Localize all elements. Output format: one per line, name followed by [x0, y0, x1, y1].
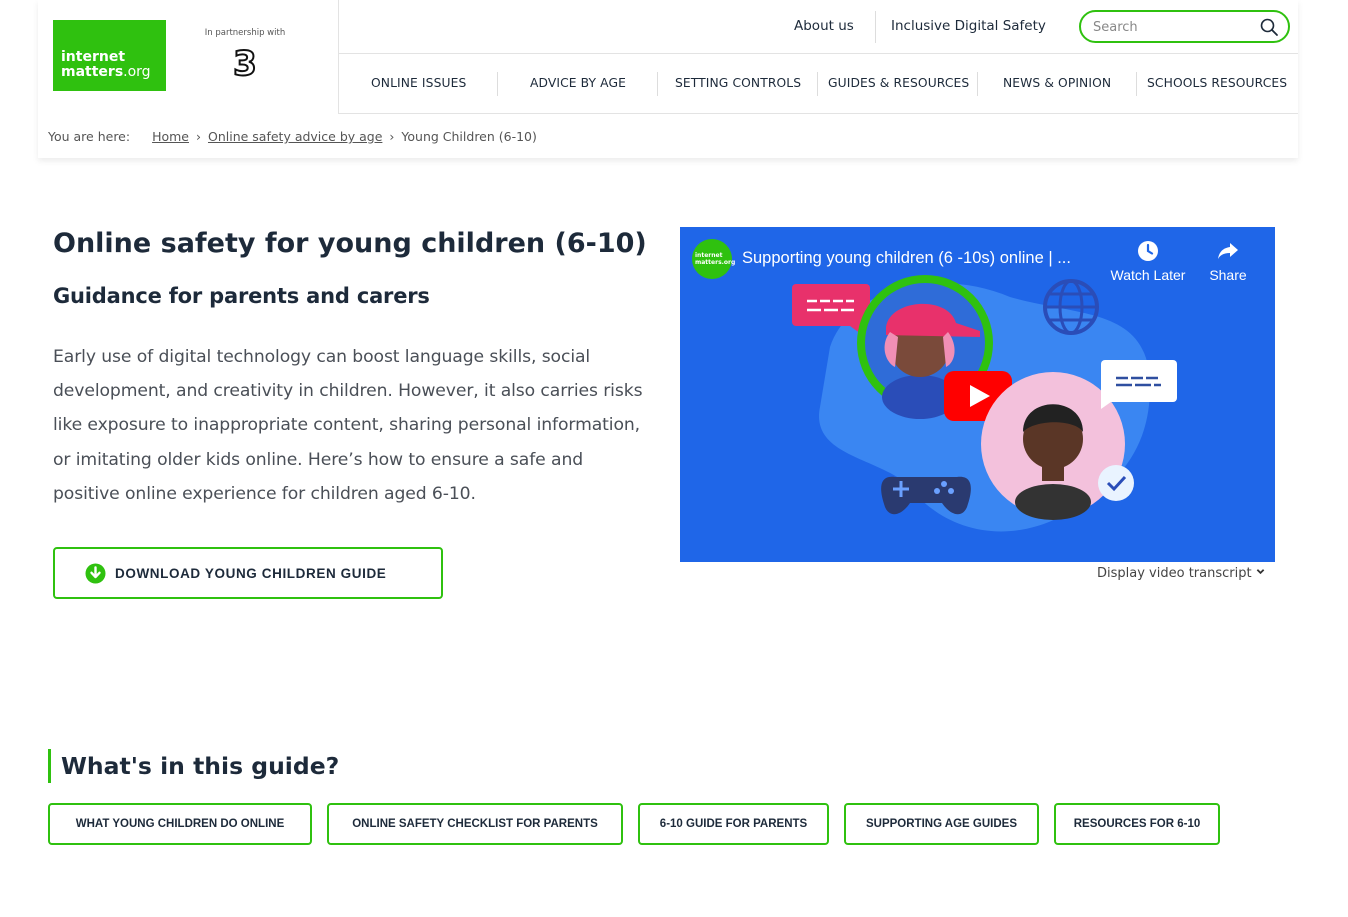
nav-divider: [977, 72, 978, 96]
nav-advice-by-age[interactable]: ADVICE BY AGE: [530, 76, 626, 90]
clock-icon: [1138, 241, 1158, 261]
nav-online-issues[interactable]: ONLINE ISSUES: [371, 76, 466, 90]
top-nav: About us Inclusive Digital Safety: [339, 0, 1298, 54]
intro-paragraph: Early use of digital technology can boos…: [53, 347, 643, 504]
download-icon: [85, 563, 106, 584]
nav-divider: [657, 72, 658, 96]
breadcrumb-current: Young Children (6-10): [401, 129, 537, 144]
page-title: Online safety for young children (6-10): [53, 228, 647, 259]
about-us-link[interactable]: About us: [794, 18, 854, 34]
page-subtitle: Guidance for parents and carers: [53, 284, 430, 308]
three-logo-icon: 3: [232, 44, 258, 80]
breadcrumb-chevron-icon: ›: [195, 129, 201, 144]
logo-line1: internet: [61, 49, 126, 65]
nav-guides-resources[interactable]: GUIDES & RESOURCES: [828, 76, 969, 90]
guide-supporting-age-guides-button[interactable]: SUPPORTING AGE GUIDES: [844, 803, 1039, 845]
breadcrumb-home[interactable]: Home: [152, 129, 189, 144]
chevron-down-icon: [1256, 569, 1265, 575]
video-transcript-label: Display video transcript: [1097, 566, 1252, 581]
breadcrumb-prefix: You are here:: [48, 129, 131, 144]
search-icon[interactable]: [1259, 17, 1279, 37]
watch-later-label: Watch Later: [1110, 267, 1186, 283]
main-nav: ONLINE ISSUES ADVICE BY AGE SETTING CONT…: [339, 55, 1298, 114]
download-guide-button[interactable]: DOWNLOAD YOUNG CHILDREN GUIDE: [53, 547, 443, 599]
video-player[interactable]: internet matters.org Supporting young chi…: [680, 227, 1275, 562]
share-label: Share: [1209, 267, 1247, 283]
guide-6-10-guide-for-parents-button[interactable]: 6-10 GUIDE FOR PARENTS: [638, 803, 829, 845]
channel-avatar[interactable]: internet matters.org: [692, 239, 736, 279]
nav-divider: [497, 72, 498, 96]
breadcrumb: You are here: Home › Online safety advice …: [48, 129, 537, 144]
breadcrumb-chevron-icon: ›: [389, 129, 395, 144]
logo-line2-suffix: .org: [123, 64, 151, 80]
search-input[interactable]: [1093, 18, 1253, 36]
nav-divider: [1136, 72, 1137, 96]
guide-online-safety-checklist-button[interactable]: ONLINE SAFETY CHECKLIST FOR PARENTS: [327, 803, 623, 845]
nav-schools-resources[interactable]: SCHOOLS RESOURCES: [1147, 76, 1287, 90]
channel-avatar-line2: matters.org: [695, 259, 736, 266]
share-button[interactable]: Share: [1203, 239, 1253, 283]
share-arrow-icon: [1218, 243, 1238, 259]
three-logo-text: 3: [233, 44, 257, 80]
internet-matters-logo[interactable]: internet matters.org: [53, 20, 166, 91]
nav-news-opinion[interactable]: NEWS & OPINION: [1003, 76, 1111, 90]
guide-resources-for-6-10-button[interactable]: RESOURCES FOR 6-10: [1054, 803, 1220, 845]
top-nav-divider: [875, 11, 876, 43]
partnership-text: In partnership with: [204, 28, 286, 38]
download-guide-label: DOWNLOAD YOUNG CHILDREN GUIDE: [115, 566, 387, 581]
logo-area: internet matters.org In partnership with…: [38, 0, 339, 114]
nav-setting-controls[interactable]: SETTING CONTROLS: [675, 76, 801, 90]
site-header: internet matters.org In partnership with…: [38, 0, 1298, 158]
guide-heading: What's in this guide?: [48, 749, 339, 783]
guide-what-young-children-do-online-button[interactable]: WHAT YOUNG CHILDREN DO ONLINE: [48, 803, 312, 845]
video-title[interactable]: Supporting young children (6 -10s) onlin…: [742, 249, 1071, 268]
logo-line2: matters: [61, 64, 124, 80]
inclusive-digital-safety-link[interactable]: Inclusive Digital Safety: [891, 18, 1046, 34]
breadcrumb-advice-by-age[interactable]: Online safety advice by age: [208, 129, 382, 144]
search-box: [1079, 10, 1290, 43]
nav-divider: [817, 72, 818, 96]
watch-later-button[interactable]: Watch Later: [1108, 239, 1188, 283]
channel-avatar-line1: internet: [695, 252, 723, 259]
video-transcript-toggle[interactable]: Display video transcript: [1097, 566, 1265, 581]
